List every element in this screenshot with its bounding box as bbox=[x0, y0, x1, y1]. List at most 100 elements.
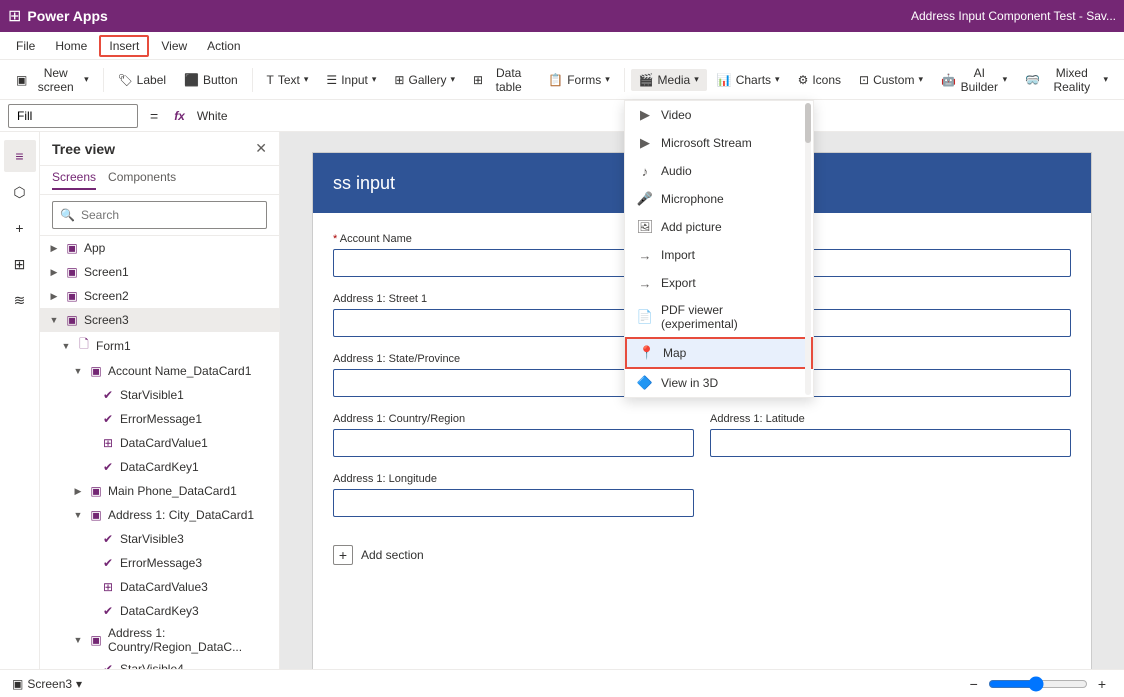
tree-item-errormessage1[interactable]: ✔ ErrorMessage1 bbox=[40, 407, 279, 431]
search-wrapper: 🔍 bbox=[52, 201, 267, 229]
ai-builder-btn-text: AI Builder bbox=[960, 66, 999, 94]
tree-item-form1[interactable]: ▼ 🗋 Form1 bbox=[40, 332, 279, 359]
custom-chevron: ▾ bbox=[918, 74, 923, 85]
add-section[interactable]: + Add section bbox=[333, 533, 1071, 577]
dropdown-item-stream[interactable]: ▶ Microsoft Stream bbox=[625, 132, 813, 157]
toolbar-custom[interactable]: ⊡ Custom ▾ bbox=[851, 69, 931, 91]
dropdown-scrollbar[interactable] bbox=[805, 132, 811, 395]
dropdown-item-map[interactable]: 📍 Map bbox=[625, 337, 813, 369]
menu-file[interactable]: File bbox=[8, 37, 43, 55]
icon-panel-tree[interactable]: ≡ bbox=[4, 140, 36, 172]
screen-indicator[interactable]: ▣ Screen3 ▾ bbox=[12, 677, 82, 691]
screen3-label: Screen3 bbox=[84, 313, 253, 327]
tree-item-errormessage3[interactable]: ✔ ErrorMessage3 bbox=[40, 551, 279, 575]
equals-sign: = bbox=[146, 108, 162, 124]
icon-panel-data[interactable]: ⊞ bbox=[4, 248, 36, 280]
icon-panel-variables[interactable]: ≋ bbox=[4, 284, 36, 316]
screen1-icon: ▣ bbox=[64, 265, 80, 279]
toolbar-ai-builder[interactable]: 🤖 AI Builder ▾ bbox=[933, 62, 1015, 98]
canvas-area: ss input Account Name Main Phone bbox=[280, 132, 1124, 669]
tree-item-screen2[interactable]: ▶ ▣ Screen2 bbox=[40, 284, 279, 308]
tree-item-datacardvalue3[interactable]: ⊞ DataCardValue3 bbox=[40, 575, 279, 599]
waffle-icon[interactable]: ⊞ bbox=[8, 6, 21, 26]
menu-action[interactable]: Action bbox=[199, 37, 248, 55]
latitude-label: Address 1: Latitude bbox=[710, 413, 1071, 425]
add-picture-icon: 🖼 bbox=[637, 219, 653, 235]
tree-item-datacardvalue1[interactable]: ⊞ DataCardValue1 bbox=[40, 431, 279, 455]
forms-icon: 📋 bbox=[548, 73, 563, 87]
tree-item-starvisible4[interactable]: ✔ StarVisible4 bbox=[40, 657, 279, 669]
sidebar: Tree view ✕ Screens Components 🔍 ▶ ▣ App… bbox=[40, 132, 280, 669]
zoom-slider[interactable] bbox=[988, 676, 1088, 692]
toolbar-button[interactable]: ⬛ Button bbox=[176, 69, 246, 91]
mixed-reality-icon: 🥽 bbox=[1025, 73, 1040, 87]
input-btn-text: Input bbox=[341, 73, 368, 87]
text-chevron: ▾ bbox=[304, 74, 309, 85]
toolbar-forms[interactable]: 📋 Forms ▾ bbox=[540, 69, 617, 91]
latitude-input[interactable] bbox=[710, 429, 1071, 457]
toolbar-input[interactable]: ☰ Input ▾ bbox=[318, 69, 384, 91]
audio-icon: ♪ bbox=[637, 163, 653, 179]
dropdown-item-view3d[interactable]: 🔷 View in 3D bbox=[625, 369, 813, 397]
icon-panel-add[interactable]: + bbox=[4, 212, 36, 244]
country-input[interactable] bbox=[333, 429, 694, 457]
dropdown-item-import[interactable]: → Import bbox=[625, 241, 813, 269]
search-input[interactable] bbox=[52, 201, 267, 229]
toolbar-text[interactable]: T Text ▾ bbox=[259, 69, 317, 91]
canvas-header-text: ss input bbox=[333, 173, 395, 194]
sidebar-tab-screens[interactable]: Screens bbox=[52, 170, 96, 190]
tree-item-main-phone[interactable]: ▶ ▣ Main Phone_DataCard1 bbox=[40, 479, 279, 503]
sv4-label: StarVisible4 bbox=[120, 662, 271, 669]
toolbar-icons[interactable]: ⚙ Icons bbox=[790, 69, 849, 91]
tree-item-datacardkey3[interactable]: ✔ DataCardKey3 bbox=[40, 599, 279, 623]
tree-item-starvisible1[interactable]: ✔ StarVisible1 bbox=[40, 383, 279, 407]
tree-item-datacardkey1[interactable]: ✔ DataCardKey1 bbox=[40, 455, 279, 479]
tree-item-screen1[interactable]: ▶ ▣ Screen1 bbox=[40, 260, 279, 284]
tree-item-city[interactable]: ▼ ▣ Address 1: City_DataCard1 bbox=[40, 503, 279, 527]
longitude-input[interactable] bbox=[333, 489, 694, 517]
toolbar-mixed-reality[interactable]: 🥽 Mixed Reality ▾ bbox=[1017, 62, 1116, 98]
dcv3-icon: ⊞ bbox=[100, 580, 116, 594]
zoom-controls: − + bbox=[964, 674, 1112, 694]
tree-item-account-name[interactable]: ▼ ▣ Account Name_DataCard1 bbox=[40, 359, 279, 383]
toolbar-charts[interactable]: 📊 Charts ▾ bbox=[709, 69, 788, 91]
zoom-minus-button[interactable]: − bbox=[964, 674, 984, 694]
menu-insert[interactable]: Insert bbox=[99, 35, 149, 57]
longitude-label: Address 1: Longitude bbox=[333, 473, 694, 485]
dropdown-item-export[interactable]: → Export bbox=[625, 269, 813, 297]
media-btn-text: Media bbox=[658, 73, 691, 87]
main-area: ≡ ⬡ + ⊞ ≋ Tree view ✕ Screens Components… bbox=[0, 132, 1124, 669]
title-waffle-area[interactable]: ⊞ Power Apps bbox=[8, 6, 108, 26]
form1-chevron-icon: ▼ bbox=[60, 341, 72, 351]
dropdown-item-audio[interactable]: ♪ Audio bbox=[625, 157, 813, 185]
dropdown-item-add-picture[interactable]: 🖼 Add picture bbox=[625, 213, 813, 241]
screen3-icon: ▣ bbox=[64, 313, 80, 327]
screen-page-icon: ▣ bbox=[12, 677, 23, 691]
icon-panel-components[interactable]: ⬡ bbox=[4, 176, 36, 208]
toolbar-data-table[interactable]: ⊞ Data table bbox=[465, 62, 538, 98]
mixed-reality-chevron: ▾ bbox=[1103, 74, 1108, 85]
tree-item-screen3[interactable]: ▼ ▣ Screen3 … bbox=[40, 308, 279, 332]
data-table-icon: ⊞ bbox=[473, 73, 483, 87]
dropdown-item-pdf[interactable]: 📄 PDF viewer (experimental) bbox=[625, 297, 813, 337]
property-selector[interactable] bbox=[8, 104, 138, 128]
sv1-label: StarVisible1 bbox=[120, 388, 271, 402]
toolbar-media[interactable]: 🎬 Media ▾ bbox=[631, 69, 707, 91]
gallery-btn-text: Gallery bbox=[408, 73, 446, 87]
custom-btn-text: Custom bbox=[873, 73, 914, 87]
form1-icon: 🗋 bbox=[76, 335, 92, 356]
label-icon: 🏷 bbox=[117, 73, 132, 87]
pdf-icon: 📄 bbox=[637, 309, 653, 325]
tree-item-starvisible3[interactable]: ✔ StarVisible3 bbox=[40, 527, 279, 551]
menu-home[interactable]: Home bbox=[47, 37, 95, 55]
toolbar-label[interactable]: 🏷 Label bbox=[109, 69, 174, 91]
menu-view[interactable]: View bbox=[153, 37, 195, 55]
sidebar-tab-components[interactable]: Components bbox=[108, 170, 176, 190]
sidebar-close-icon[interactable]: ✕ bbox=[255, 140, 267, 157]
zoom-plus-button[interactable]: + bbox=[1092, 674, 1112, 694]
tree-item-app[interactable]: ▶ ▣ App bbox=[40, 236, 279, 260]
toolbar-gallery[interactable]: ⊞ Gallery ▾ bbox=[386, 69, 463, 91]
tree-item-country[interactable]: ▼ ▣ Address 1: Country/Region_DataC... bbox=[40, 623, 279, 657]
dropdown-item-microphone[interactable]: 🎤 Microphone bbox=[625, 185, 813, 213]
toolbar-new-screen[interactable]: ▣ New screen ▾ bbox=[8, 62, 97, 98]
